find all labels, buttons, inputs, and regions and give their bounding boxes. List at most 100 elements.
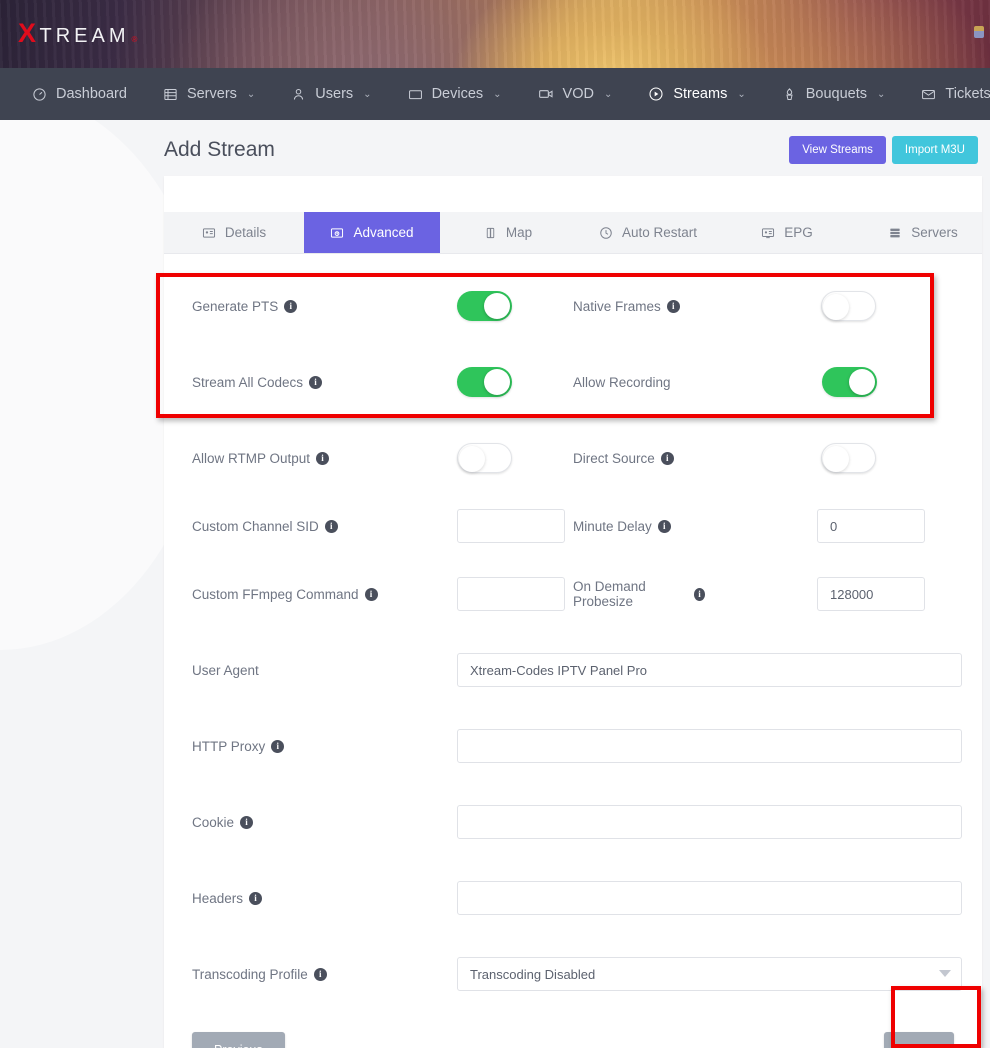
toggle-generate-pts[interactable] bbox=[457, 291, 512, 321]
nav-label-bouquets: Bouquets bbox=[806, 86, 867, 102]
toggle-direct-source[interactable] bbox=[821, 443, 876, 473]
nav-item-bouquets[interactable]: Bouquets ⌄ bbox=[764, 68, 904, 120]
label-text-http-proxy: HTTP Proxy bbox=[192, 739, 265, 754]
control-http-proxy bbox=[457, 729, 962, 763]
headers-input[interactable] bbox=[457, 881, 962, 915]
next-button[interactable]: Next bbox=[884, 1032, 954, 1048]
chevron-down-icon: ⌄ bbox=[737, 89, 745, 100]
gauge-icon bbox=[32, 87, 47, 102]
label-custom-channel-sid: Custom Channel SID i bbox=[192, 519, 457, 534]
nav-item-dashboard[interactable]: Dashboard bbox=[14, 68, 145, 120]
form-row-http-proxy: HTTP Proxy i bbox=[192, 720, 954, 772]
info-icon[interactable]: i bbox=[316, 452, 329, 465]
on-demand-probesize-input[interactable] bbox=[817, 577, 925, 611]
toggle-knob bbox=[823, 294, 849, 320]
info-icon[interactable]: i bbox=[661, 452, 674, 465]
banner-texture bbox=[0, 0, 990, 68]
chevron-down-icon: ⌄ bbox=[877, 89, 885, 100]
label-user-agent: User Agent bbox=[192, 663, 457, 678]
label-text-custom-channel-sid: Custom Channel SID bbox=[192, 519, 319, 534]
form-row-pts-native: Generate PTS i Native Frames i bbox=[192, 280, 954, 332]
nav-item-vod[interactable]: VOD ⌄ bbox=[520, 68, 631, 120]
label-text-on-demand-probesize: On Demand Probesize bbox=[573, 579, 688, 609]
advanced-settings-form: Generate PTS i Native Frames i bbox=[164, 254, 982, 1018]
top-banner: X TREAM ® bbox=[0, 0, 990, 68]
label-text-direct-source: Direct Source bbox=[573, 451, 655, 466]
info-icon[interactable]: i bbox=[284, 300, 297, 313]
label-custom-ffmpeg-command: Custom FFmpeg Command i bbox=[192, 587, 457, 602]
info-icon[interactable]: i bbox=[325, 520, 338, 533]
card-top-strip bbox=[164, 176, 982, 212]
chevron-down-icon: ⌄ bbox=[604, 89, 612, 100]
label-text-minute-delay: Minute Delay bbox=[573, 519, 652, 534]
server-list-icon bbox=[163, 87, 178, 102]
form-row-ffmpeg-probesize: Custom FFmpeg Command i On Demand Probes… bbox=[192, 568, 954, 620]
label-stream-all-codecs: Stream All Codecs i bbox=[192, 375, 457, 390]
server-icon bbox=[888, 226, 902, 240]
nav-label-streams: Streams bbox=[673, 86, 727, 102]
toggle-stream-all-codecs[interactable] bbox=[457, 367, 512, 397]
toggle-allow-rtmp-output[interactable] bbox=[457, 443, 512, 473]
nav-label-servers: Servers bbox=[187, 86, 237, 102]
tab-map[interactable]: Map bbox=[440, 212, 576, 253]
nav-item-streams[interactable]: Streams ⌄ bbox=[630, 68, 763, 120]
tab-auto-restart[interactable]: Auto Restart bbox=[576, 212, 720, 253]
label-transcoding-profile: Transcoding Profile i bbox=[192, 967, 457, 982]
nav-item-users[interactable]: Users ⌄ bbox=[273, 68, 389, 120]
info-icon[interactable]: i bbox=[365, 588, 378, 601]
chevron-down-icon: ⌄ bbox=[363, 89, 371, 100]
tab-advanced[interactable]: Advanced bbox=[304, 212, 440, 253]
info-icon[interactable]: i bbox=[314, 968, 327, 981]
nav-item-tickets[interactable]: Tickets bbox=[903, 68, 990, 120]
http-proxy-input[interactable] bbox=[457, 729, 962, 763]
tab-epg[interactable]: EPG bbox=[720, 212, 854, 253]
tab-details[interactable]: Details bbox=[164, 212, 304, 253]
control-generate-pts bbox=[457, 291, 573, 321]
info-icon[interactable]: i bbox=[694, 588, 705, 601]
info-icon[interactable]: i bbox=[658, 520, 671, 533]
custom-ffmpeg-command-input[interactable] bbox=[457, 577, 565, 611]
previous-button[interactable]: Previous bbox=[192, 1032, 285, 1048]
label-text-user-agent: User Agent bbox=[192, 663, 259, 678]
field-direct-source: Direct Source i bbox=[573, 443, 954, 473]
control-transcoding-profile bbox=[457, 957, 962, 991]
label-text-transcoding-profile: Transcoding Profile bbox=[192, 967, 308, 982]
label-allow-rtmp-output: Allow RTMP Output i bbox=[192, 451, 457, 466]
tab-label-servers: Servers bbox=[911, 225, 958, 240]
epg-icon bbox=[761, 226, 775, 240]
nav-item-servers[interactable]: Servers ⌄ bbox=[145, 68, 273, 120]
tab-servers[interactable]: Servers bbox=[854, 212, 990, 253]
control-allow-recording bbox=[705, 367, 954, 397]
tab-label-details: Details bbox=[225, 225, 266, 240]
user-agent-input[interactable] bbox=[457, 653, 962, 687]
custom-channel-sid-input[interactable] bbox=[457, 509, 565, 543]
label-allow-recording: Allow Recording bbox=[573, 375, 705, 390]
info-icon[interactable]: i bbox=[309, 376, 322, 389]
form-row-rtmp-direct: Allow RTMP Output i Direct Source i bbox=[192, 432, 954, 484]
label-text-allow-rtmp-output: Allow RTMP Output bbox=[192, 451, 310, 466]
minute-delay-input[interactable] bbox=[817, 509, 925, 543]
cookie-input[interactable] bbox=[457, 805, 962, 839]
label-text-cookie: Cookie bbox=[192, 815, 234, 830]
import-m3u-button[interactable]: Import M3U bbox=[892, 136, 978, 164]
nav-item-devices[interactable]: Devices ⌄ bbox=[390, 68, 520, 120]
label-text-headers: Headers bbox=[192, 891, 243, 906]
toggle-allow-recording[interactable] bbox=[822, 367, 877, 397]
label-on-demand-probesize: On Demand Probesize i bbox=[573, 579, 705, 609]
info-icon[interactable]: i bbox=[667, 300, 680, 313]
xtream-logo[interactable]: X TREAM ® bbox=[18, 20, 141, 47]
transcoding-profile-value[interactable] bbox=[457, 957, 962, 991]
transcoding-profile-select[interactable] bbox=[457, 957, 962, 991]
info-icon[interactable]: i bbox=[271, 740, 284, 753]
form-row-user-agent: User Agent bbox=[192, 644, 954, 696]
toggle-knob bbox=[484, 369, 510, 395]
toggle-native-frames[interactable] bbox=[821, 291, 876, 321]
form-row-cookie: Cookie i bbox=[192, 796, 954, 848]
view-streams-button[interactable]: View Streams bbox=[789, 136, 886, 164]
info-icon[interactable]: i bbox=[249, 892, 262, 905]
label-text-native-frames: Native Frames bbox=[573, 299, 661, 314]
field-generate-pts: Generate PTS i bbox=[192, 291, 573, 321]
info-icon[interactable]: i bbox=[240, 816, 253, 829]
field-custom-ffmpeg-command: Custom FFmpeg Command i bbox=[192, 577, 573, 611]
logo-wordmark: TREAM bbox=[40, 26, 130, 46]
